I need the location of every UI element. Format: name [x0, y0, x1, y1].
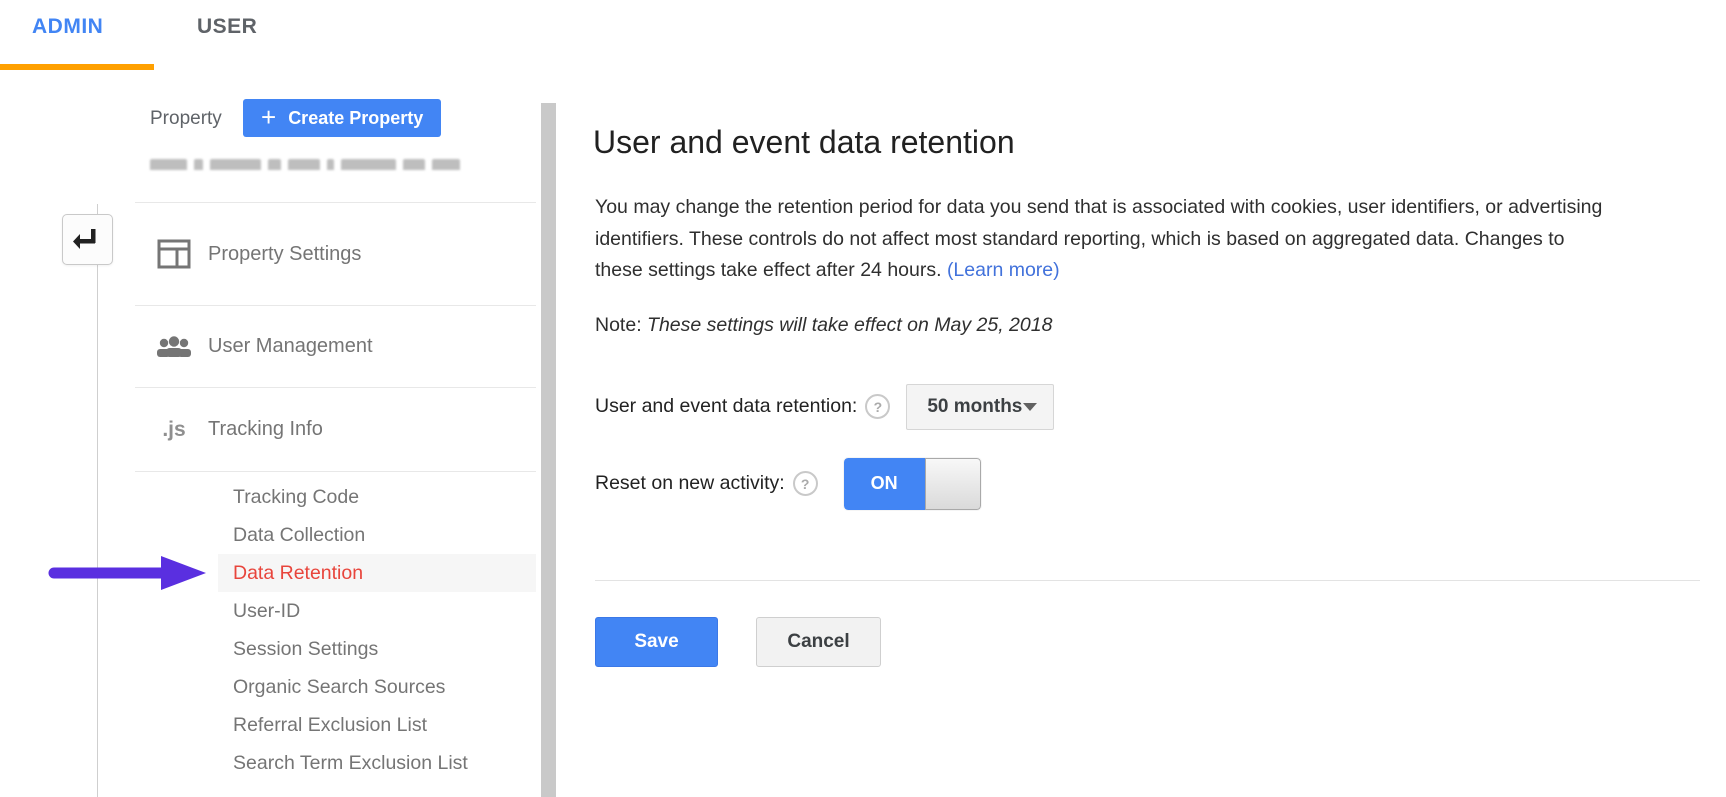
active-tab-underline — [0, 64, 154, 70]
save-button[interactable]: Save — [595, 617, 718, 667]
intro-paragraph: You may change the retention period for … — [595, 192, 1605, 287]
note-prefix: Note: — [595, 314, 647, 336]
submenu-item-referral-exclusion-list[interactable]: Referral Exclusion List — [218, 706, 536, 744]
reset-help-icon[interactable]: ? — [793, 471, 818, 496]
reset-label: Reset on new activity: — [595, 472, 785, 495]
reset-toggle[interactable]: ON — [844, 458, 981, 510]
retention-setting-row: User and event data retention: ? 50 mont… — [595, 383, 1054, 430]
sidebar-scrollbar-thumb[interactable] — [541, 103, 556, 797]
retention-help-icon[interactable]: ? — [865, 394, 890, 419]
menu-item-label: User Management — [208, 335, 373, 358]
user-management-icon — [156, 335, 192, 359]
note-line: Note: These settings will take effect on… — [595, 314, 1052, 337]
sidebar-item-user-management[interactable]: User Management — [135, 306, 536, 388]
retention-selected-value: 50 months — [927, 396, 1022, 418]
dropdown-caret-icon — [1023, 403, 1037, 411]
annotation-arrow-icon — [48, 553, 208, 598]
menu-item-label: Property Settings — [208, 243, 361, 266]
admin-page: ADMIN USER Property + Create Property — [0, 0, 1726, 797]
tab-user[interactable]: USER — [197, 15, 257, 39]
note-text: These settings will take effect on May 2… — [647, 314, 1052, 336]
submenu-item-user-id[interactable]: User-ID — [218, 592, 536, 630]
submenu-item-search-term-exclusion-list[interactable]: Search Term Exclusion List — [218, 744, 536, 782]
submenu-item-data-collection[interactable]: Data Collection — [218, 516, 536, 554]
property-settings-icon — [156, 239, 192, 269]
plus-icon: + — [261, 104, 276, 130]
tracking-info-submenu: Tracking Code Data Collection Data Reten… — [135, 472, 536, 782]
submenu-item-data-retention[interactable]: Data Retention — [218, 554, 536, 592]
obscured-property-name — [150, 159, 460, 170]
back-arrow-icon — [73, 222, 103, 257]
toggle-knob — [925, 458, 981, 510]
js-icon: .js — [156, 418, 192, 442]
create-property-label: Create Property — [288, 108, 423, 129]
submenu-item-tracking-code[interactable]: Tracking Code — [218, 478, 536, 516]
sidebar-guide-line — [97, 204, 98, 797]
property-menu: Property Settings User Management .js Tr… — [135, 202, 536, 472]
page-title: User and event data retention — [593, 124, 1015, 161]
content-divider — [595, 580, 1700, 581]
toggle-on-label: ON — [844, 458, 925, 510]
sidebar-item-property-settings[interactable]: Property Settings — [135, 203, 536, 306]
learn-more-link[interactable]: (Learn more) — [947, 259, 1060, 281]
back-button[interactable] — [62, 214, 113, 265]
tab-admin[interactable]: ADMIN — [32, 15, 103, 39]
action-button-row: Save Cancel — [595, 617, 881, 667]
property-column-label: Property — [150, 108, 222, 130]
submenu-item-organic-search-sources[interactable]: Organic Search Sources — [218, 668, 536, 706]
create-property-button[interactable]: + Create Property — [243, 99, 441, 137]
submenu-item-session-settings[interactable]: Session Settings — [218, 630, 536, 668]
retention-label: User and event data retention: — [595, 395, 857, 418]
menu-item-label: Tracking Info — [208, 418, 323, 441]
reset-setting-row: Reset on new activity: ? ON — [595, 457, 981, 510]
cancel-button[interactable]: Cancel — [756, 617, 881, 667]
sidebar-item-tracking-info[interactable]: .js Tracking Info — [135, 388, 536, 472]
retention-period-dropdown[interactable]: 50 months — [906, 384, 1054, 430]
intro-text: You may change the retention period for … — [595, 196, 1602, 281]
